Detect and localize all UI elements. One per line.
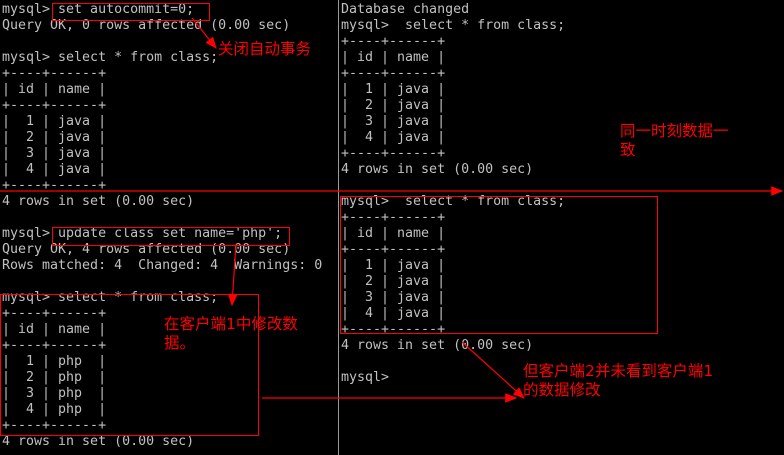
same-time-note-line1: 同一时刻数据一 [620, 122, 729, 140]
modify-note-line2: 据。 [164, 334, 196, 352]
autocommit-note: 关闭自动事务 [218, 40, 311, 59]
modify-note: 在客户端1中修改数 据。 [164, 315, 298, 353]
update-arrow [227, 243, 238, 307]
client2-note-line1: 但客户端2并未看到客户端1 [523, 362, 714, 380]
same-time-note-line2: 致 [620, 141, 636, 159]
autocommit-note-text: 关闭自动事务 [218, 40, 312, 58]
autocommit-arrow [191, 17, 217, 49]
client2-note-arrow [461, 341, 525, 399]
modify-note-line1: 在客户端1中修改数 [164, 315, 298, 333]
same-time-note: 同一时刻数据一 致 [620, 122, 729, 160]
client2-note: 但客户端2并未看到客户端1 的数据修改 [523, 362, 713, 400]
client2-note-line2: 的数据修改 [523, 381, 601, 399]
